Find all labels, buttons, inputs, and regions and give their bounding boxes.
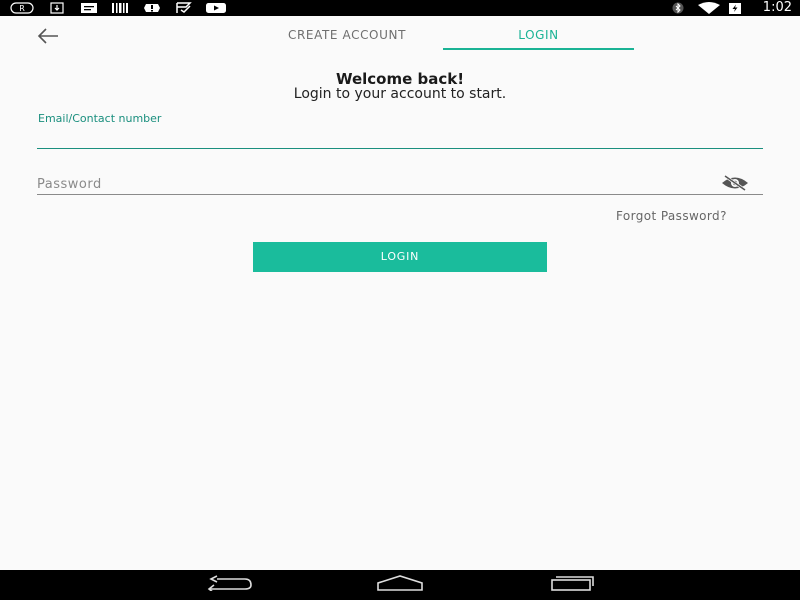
wifi-icon (697, 2, 721, 14)
battery-charging-icon (728, 2, 742, 14)
login-button[interactable]: LOGIN (253, 242, 547, 272)
bluetooth-icon (672, 2, 684, 14)
status-bar: R 1:02 (0, 0, 800, 16)
back-button[interactable] (36, 26, 60, 46)
status-time: 1:02 (762, 0, 792, 15)
tab-indicator (443, 48, 634, 50)
registered-icon: R (10, 2, 34, 14)
tab-create-account[interactable]: CREATE ACCOUNT (255, 28, 439, 50)
tab-login[interactable]: LOGIN (443, 28, 634, 50)
welcome-subtitle: Login to your account to start. (293, 86, 507, 102)
check-flag-icon (175, 2, 193, 14)
bug-icon (142, 2, 162, 14)
eye-off-icon (720, 174, 750, 196)
nav-recents-button[interactable] (544, 574, 600, 596)
nav-home-button[interactable] (372, 574, 428, 596)
nav-back-button[interactable] (201, 574, 257, 596)
email-underline (37, 148, 763, 149)
recents-nav-icon (548, 575, 596, 595)
youtube-icon (205, 2, 227, 14)
back-nav-icon (205, 575, 253, 595)
svg-text:R: R (19, 4, 25, 13)
download-icon (50, 2, 64, 14)
arrow-left-icon (36, 28, 60, 50)
message-icon (80, 2, 98, 14)
navigation-bar (0, 570, 800, 600)
home-nav-icon (374, 575, 426, 595)
password-underline (37, 194, 763, 195)
barcode-icon (111, 2, 129, 14)
password-visibility-toggle[interactable] (720, 174, 750, 192)
forgot-password-link[interactable]: Forgot Password? (616, 209, 727, 223)
email-field[interactable] (37, 126, 763, 148)
password-field[interactable] (37, 174, 717, 194)
email-label: Email/Contact number (38, 112, 162, 125)
